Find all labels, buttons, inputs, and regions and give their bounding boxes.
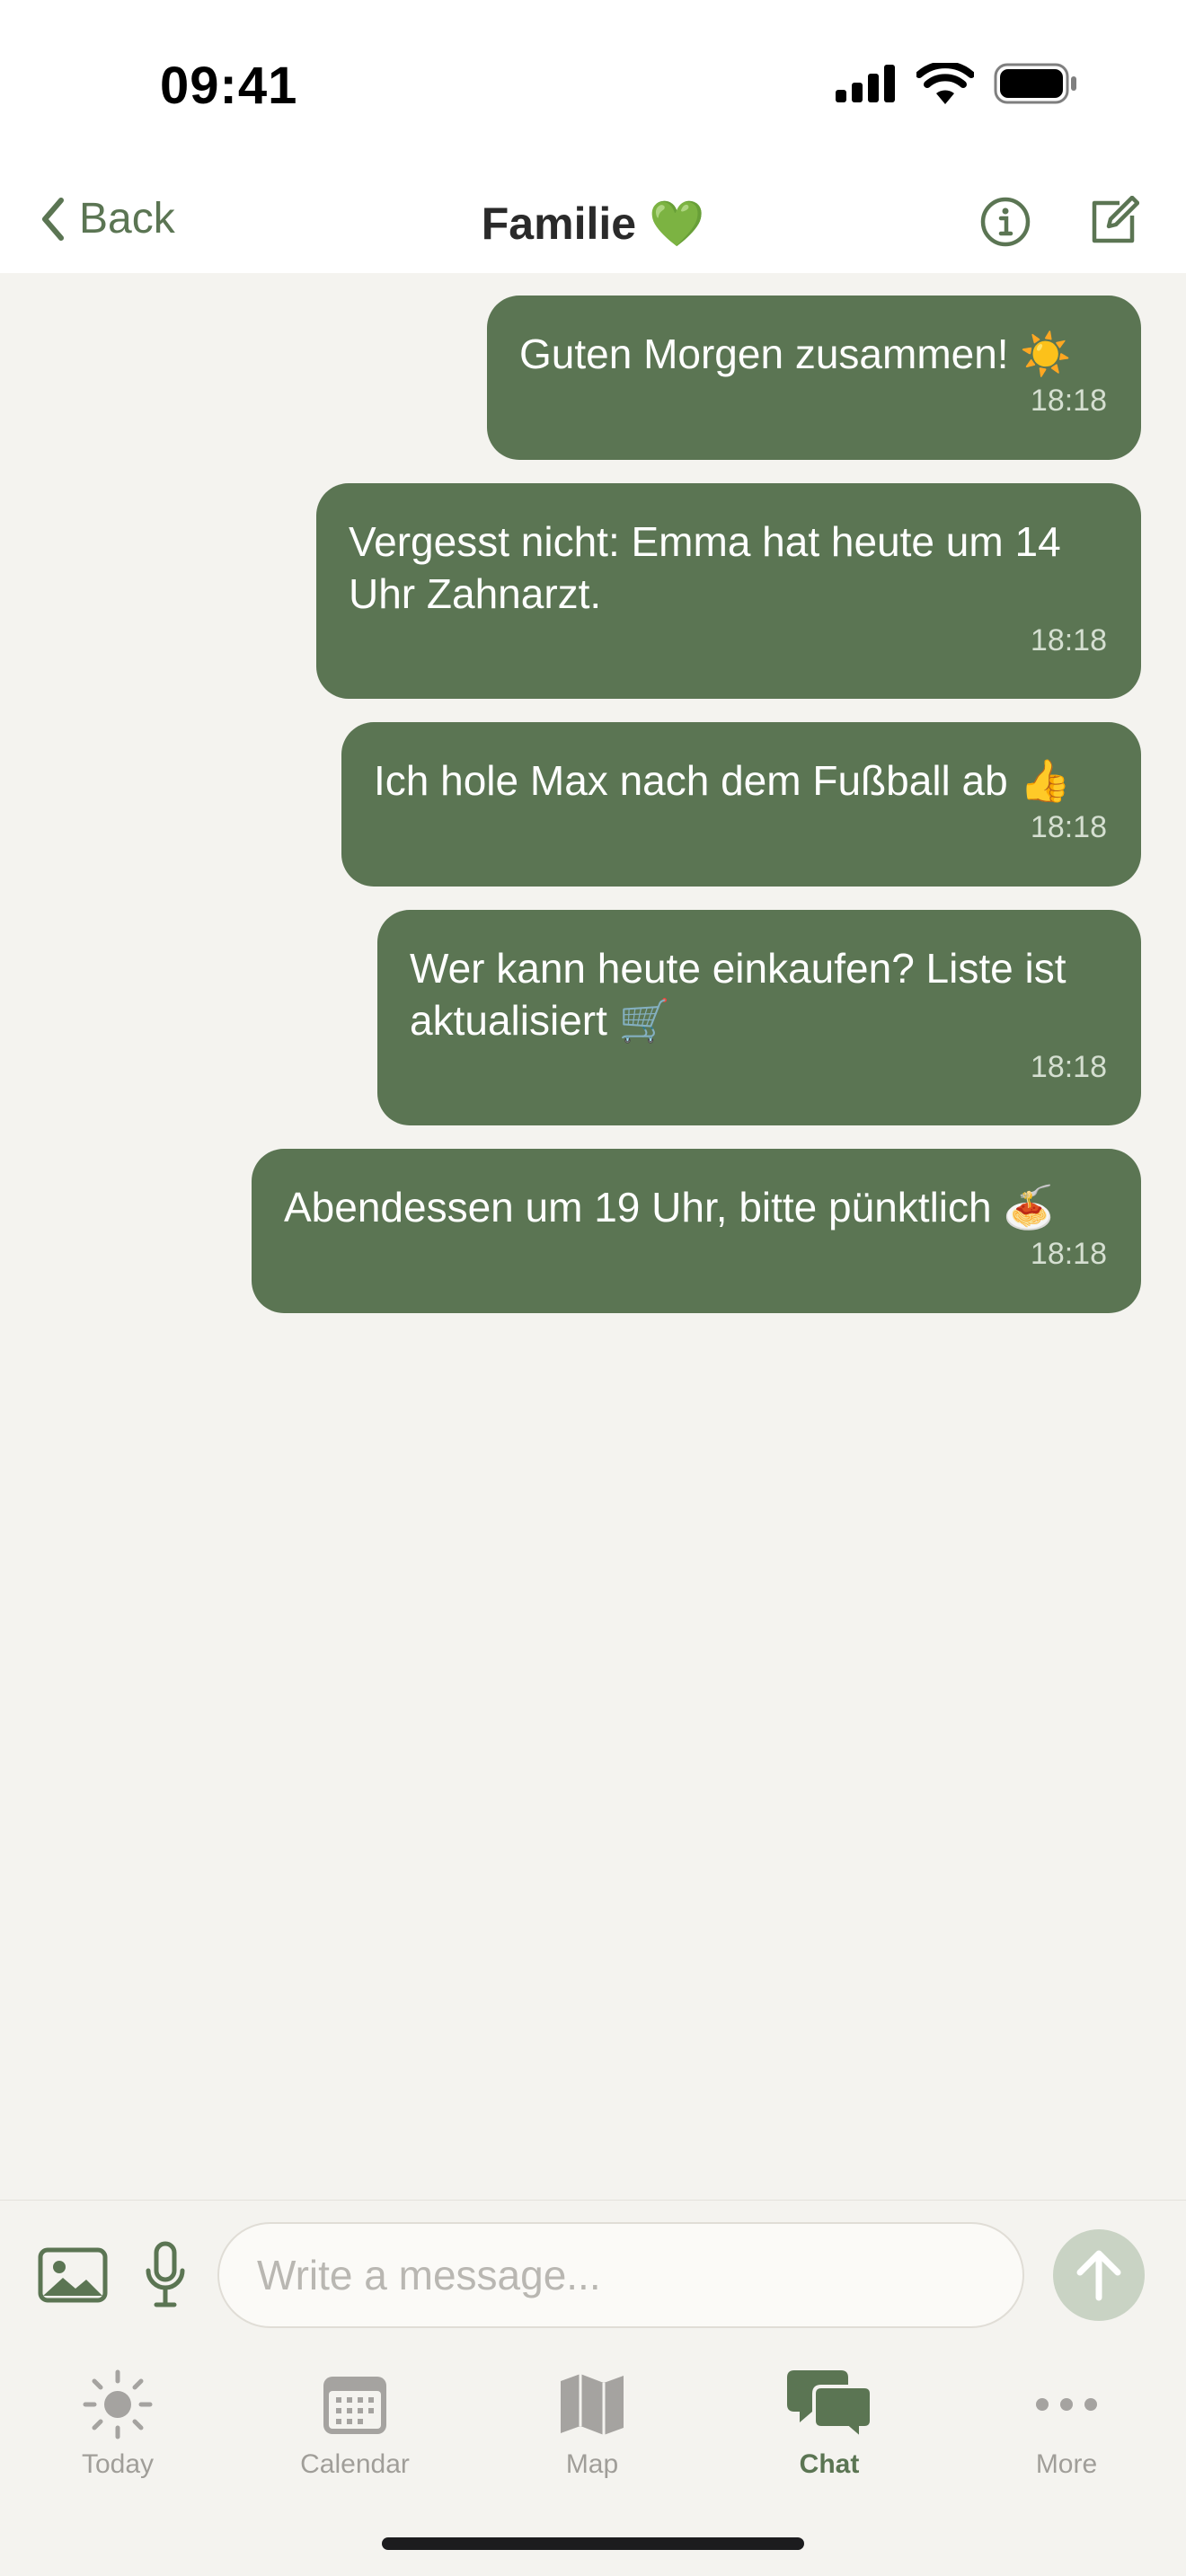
microphone-icon xyxy=(146,2241,185,2307)
photo-button[interactable] xyxy=(38,2247,108,2307)
battery-icon xyxy=(994,63,1076,104)
tab-label: Map xyxy=(565,2449,619,2479)
message-text: Wer kann heute einkaufen? Liste ist aktu… xyxy=(410,945,1067,1044)
info-button[interactable] xyxy=(979,196,1031,252)
message-bubble[interactable]: Ich hole Max nach dem Fußball ab 👍 18:18 xyxy=(341,722,1141,887)
send-button[interactable] xyxy=(1053,2229,1145,2321)
arrow-up-icon xyxy=(1076,2250,1121,2301)
info-icon xyxy=(980,197,1031,247)
message-composer xyxy=(0,2200,1186,2344)
tab-label: More xyxy=(1035,2449,1098,2479)
message-list[interactable]: Guten Morgen zusammen! ☀️ 18:18 Vergesst… xyxy=(0,273,1186,2200)
microphone-button[interactable] xyxy=(144,2241,187,2314)
tab-map[interactable]: Map xyxy=(484,2367,700,2480)
tab-today[interactable]: Today xyxy=(10,2367,226,2480)
tab-bar: Today Calendar Map Chat More xyxy=(0,2343,1186,2576)
chat-title-text: Familie xyxy=(481,198,637,249)
tab-more[interactable]: More xyxy=(959,2367,1174,2480)
message-bubble[interactable]: Guten Morgen zusammen! ☀️ 18:18 xyxy=(487,296,1141,460)
status-icons xyxy=(836,63,1078,104)
message-text: Vergesst nicht: Emma hat heute um 14 Uhr… xyxy=(349,518,1061,617)
navigation-bar: Back Familie 💚 xyxy=(0,171,1186,273)
message-bubble[interactable]: Wer kann heute einkaufen? Liste ist aktu… xyxy=(377,910,1141,1125)
more-icon xyxy=(1036,2398,1097,2411)
message-time: 18:18 xyxy=(1030,384,1107,418)
map-icon xyxy=(561,2374,624,2435)
message-time: 18:18 xyxy=(1030,1237,1107,1271)
message-time: 18:18 xyxy=(1030,1050,1107,1084)
tab-label: Today xyxy=(81,2449,155,2479)
sun-icon xyxy=(83,2369,153,2439)
message-input[interactable] xyxy=(217,2222,1024,2328)
message-text: Ich hole Max nach dem Fußball ab 👍 xyxy=(374,757,1071,804)
message-text: Guten Morgen zusammen! ☀️ xyxy=(519,331,1072,377)
cellular-signal-icon xyxy=(836,65,895,102)
compose-icon xyxy=(1092,195,1140,243)
status-bar: 09:41 xyxy=(0,0,1186,171)
calendar-icon xyxy=(323,2377,386,2434)
tab-label: Calendar xyxy=(300,2449,410,2479)
compose-button[interactable] xyxy=(1087,195,1140,252)
green-heart-emoji: 💚 xyxy=(648,198,705,250)
status-time: 09:41 xyxy=(160,57,298,115)
tab-chat[interactable]: Chat xyxy=(721,2367,937,2480)
message-bubble[interactable]: Abendessen um 19 Uhr, bitte pünktlich 🍝 … xyxy=(252,1149,1141,1313)
tab-label: Chat xyxy=(799,2449,860,2479)
home-indicator xyxy=(382,2537,804,2550)
photo-icon xyxy=(38,2247,108,2303)
wifi-icon xyxy=(916,63,974,104)
message-bubble[interactable]: Vergesst nicht: Emma hat heute um 14 Uhr… xyxy=(316,483,1141,699)
message-time: 18:18 xyxy=(1030,810,1107,844)
tab-calendar[interactable]: Calendar xyxy=(247,2367,463,2480)
message-time: 18:18 xyxy=(1030,623,1107,657)
chat-icon xyxy=(787,2370,873,2440)
message-text: Abendessen um 19 Uhr, bitte pünktlich 🍝 xyxy=(284,1184,1055,1231)
